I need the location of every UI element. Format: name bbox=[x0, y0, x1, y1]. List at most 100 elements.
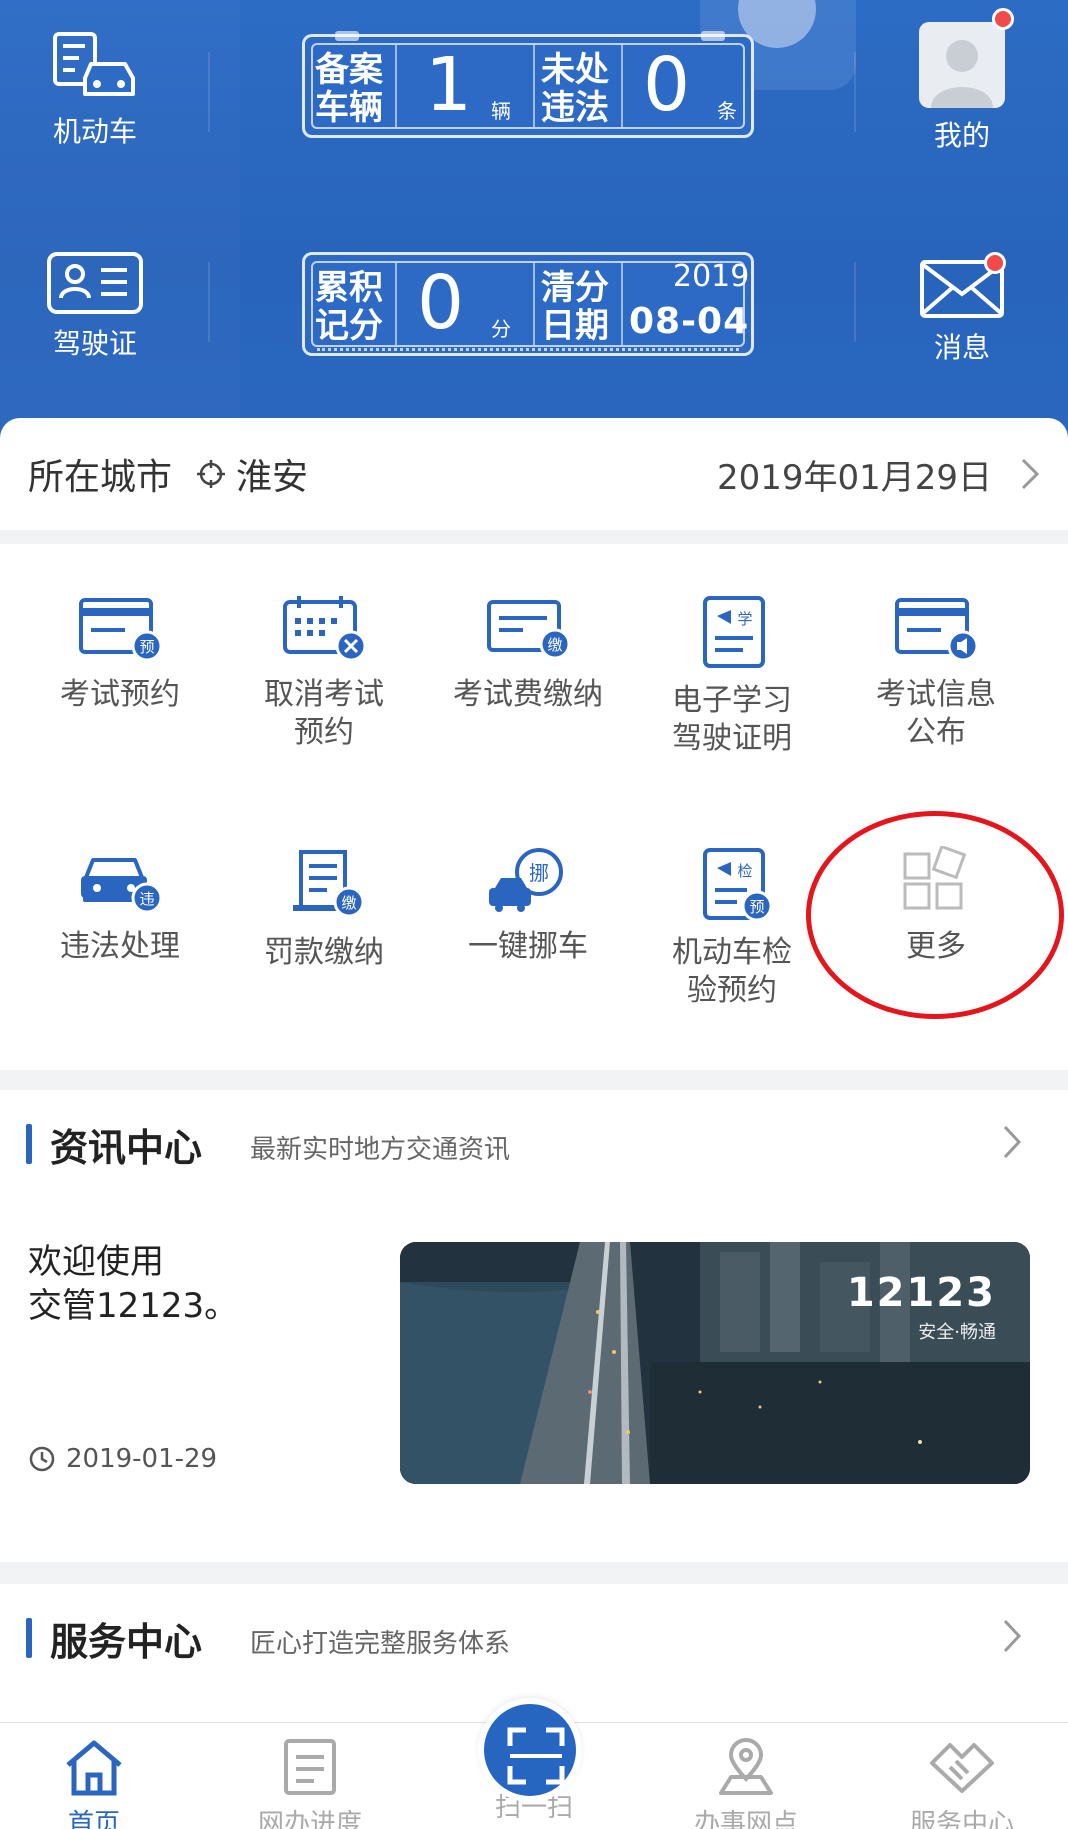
vehicle-unit: 辆 bbox=[491, 99, 511, 123]
violation-unit: 条 bbox=[717, 99, 737, 123]
license-summary-plate[interactable]: 累积 记分 0 分 清分 日期 2019 08-04 bbox=[302, 252, 754, 356]
badge-text: 检 bbox=[737, 862, 752, 880]
plate-separator bbox=[621, 45, 623, 127]
chevron-right-icon[interactable] bbox=[1002, 1124, 1022, 1160]
nav-label: 办事网点 bbox=[693, 1809, 798, 1829]
calendar-cancel-icon bbox=[283, 596, 367, 662]
nav-label: 网办进度 bbox=[257, 1809, 362, 1829]
section-accent-bar bbox=[26, 1124, 32, 1164]
plate-separator bbox=[533, 263, 535, 345]
service-label: 违法处理 bbox=[60, 929, 180, 964]
service-label-line2: 驾驶证明 bbox=[672, 721, 792, 756]
service-label: 考试预约 bbox=[60, 677, 180, 712]
plate-dotted-line bbox=[317, 348, 739, 351]
scan-button[interactable] bbox=[478, 1698, 582, 1802]
accumulated-points-value: 0 bbox=[417, 260, 465, 346]
license-label: 驾驶证 bbox=[52, 327, 137, 360]
service-exam-info[interactable]: 考试信息 公布 bbox=[836, 594, 1036, 752]
news-date: 2019-01-29 bbox=[28, 1444, 217, 1474]
service-label: 考试信息 bbox=[876, 677, 996, 712]
handshake-icon bbox=[930, 1743, 994, 1793]
vehicle-summary-plate[interactable]: 备案 车辆 1 辆 未处 违法 0 条 bbox=[302, 31, 754, 138]
badge-text: 预 bbox=[749, 898, 764, 916]
service-e-learning[interactable]: 学 电子学习 驾驶证明 bbox=[632, 594, 832, 758]
license-entry[interactable]: 驾驶证 bbox=[40, 250, 150, 362]
service-exam-fee[interactable]: 缴 考试费缴纳 bbox=[428, 594, 628, 714]
accumulated-points-label: 累积 记分 bbox=[315, 268, 383, 346]
exam-booking-icon: 预 bbox=[79, 598, 163, 662]
service-fine-payment[interactable]: 缴 罚款缴纳 bbox=[224, 846, 424, 972]
news-thumbnail[interactable]: 12123 安全·畅通 bbox=[400, 1242, 1030, 1484]
nav-progress[interactable]: 网办进度 bbox=[230, 1737, 390, 1829]
service-label-line2: 公布 bbox=[906, 715, 966, 750]
scroll-fine-icon: 缴 bbox=[293, 850, 365, 918]
service-vehicle-inspection[interactable]: 检 预 机动车检 验预约 bbox=[632, 846, 832, 1010]
divider bbox=[208, 262, 210, 342]
mine-entry[interactable]: 我的 bbox=[906, 22, 1018, 154]
badge-text: 违 bbox=[139, 890, 154, 908]
mine-label: 我的 bbox=[933, 119, 990, 152]
news-header[interactable]: 资讯中心 最新实时地方交通资讯 bbox=[0, 1090, 1068, 1198]
clear-date-day: 08-04 bbox=[629, 301, 750, 342]
exam-info-icon bbox=[895, 598, 979, 662]
service-center-header[interactable]: 服务中心 匠心打造完整服务体系 bbox=[0, 1584, 1068, 1692]
header-banner: 机动车 驾驶证 备案 车辆 1 辆 未处 违法 0 条 累积 记分 0 分 清分… bbox=[0, 0, 1068, 440]
plate-separator bbox=[395, 45, 397, 127]
service-cancel-exam[interactable]: 取消考试 预约 bbox=[224, 594, 424, 752]
divider bbox=[854, 262, 856, 342]
badge-text: 学 bbox=[737, 610, 752, 628]
news-subtitle: 最新实时地方交通资讯 bbox=[250, 1134, 511, 1165]
nav-service-points[interactable]: 办事网点 bbox=[666, 1737, 826, 1829]
city-name[interactable]: 淮安 bbox=[236, 448, 308, 500]
service-label: 机动车检 bbox=[672, 935, 792, 970]
clock-icon bbox=[29, 1446, 55, 1472]
service-center-subtitle: 匠心打造完整服务体系 bbox=[250, 1628, 511, 1659]
inspection-doc-icon: 检 预 bbox=[703, 848, 773, 922]
plate-knob bbox=[335, 31, 359, 41]
car-violation-icon: 违 bbox=[81, 858, 163, 914]
plate-separator bbox=[395, 263, 397, 345]
service-violation-handling[interactable]: 违 违法处理 bbox=[20, 846, 220, 966]
service-label: 电子学习 bbox=[672, 683, 792, 718]
service-label: 一键挪车 bbox=[468, 929, 588, 964]
nav-service-center[interactable]: 服务中心 bbox=[882, 1737, 1042, 1829]
person-avatar-icon bbox=[931, 40, 993, 108]
annotation-circle bbox=[806, 811, 1064, 1019]
exam-fee-icon: 缴 bbox=[487, 600, 571, 660]
clear-date-label: 清分 日期 bbox=[541, 268, 609, 346]
unhandled-violations-count: 0 bbox=[643, 42, 691, 128]
service-exam-booking[interactable]: 预 考试预约 bbox=[20, 594, 220, 714]
nav-label: 服务中心 bbox=[909, 1809, 1014, 1829]
chevron-right-icon[interactable] bbox=[1020, 457, 1040, 491]
service-center-title: 服务中心 bbox=[50, 1619, 203, 1664]
service-label-line2: 验预约 bbox=[687, 973, 777, 1008]
section-accent-bar bbox=[26, 1618, 32, 1658]
points-unit: 分 bbox=[491, 317, 511, 341]
message-label: 消息 bbox=[933, 331, 990, 364]
news-section: 资讯中心 最新实时地方交通资讯 欢迎使用 交管12123。 2019-01-29 bbox=[0, 1090, 1068, 1562]
home-icon bbox=[66, 1740, 122, 1796]
vehicle-entry[interactable]: 机动车 bbox=[40, 28, 150, 150]
vehicle-label: 机动车 bbox=[52, 115, 137, 148]
message-entry[interactable]: 消息 bbox=[906, 258, 1018, 366]
plate-separator bbox=[621, 263, 623, 345]
unhandled-violations-label: 未处 违法 bbox=[541, 50, 609, 128]
locate-icon bbox=[197, 460, 226, 488]
registered-vehicles-count: 1 bbox=[425, 42, 473, 128]
plate-separator bbox=[533, 45, 535, 127]
brand-tagline: 安全·畅通 bbox=[918, 1322, 996, 1343]
nav-home[interactable]: 首页 bbox=[14, 1737, 174, 1829]
notification-dot bbox=[992, 8, 1014, 30]
notification-dot bbox=[984, 252, 1006, 274]
news-headline[interactable]: 欢迎使用 交管12123。 bbox=[28, 1240, 358, 1328]
id-card-icon bbox=[47, 252, 143, 314]
chevron-right-icon[interactable] bbox=[1002, 1618, 1022, 1654]
current-date: 2019年01月29日 bbox=[716, 457, 992, 498]
city-row[interactable]: 所在城市 淮安 2019年01月29日 bbox=[0, 418, 1068, 530]
service-move-car[interactable]: 挪 一键挪车 bbox=[428, 846, 628, 966]
service-label: 考试费缴纳 bbox=[453, 677, 603, 712]
city-label: 所在城市 bbox=[28, 457, 173, 498]
move-car-icon: 挪 bbox=[489, 848, 563, 912]
plate-knob bbox=[701, 31, 725, 41]
badge-text: 缴 bbox=[547, 636, 562, 654]
